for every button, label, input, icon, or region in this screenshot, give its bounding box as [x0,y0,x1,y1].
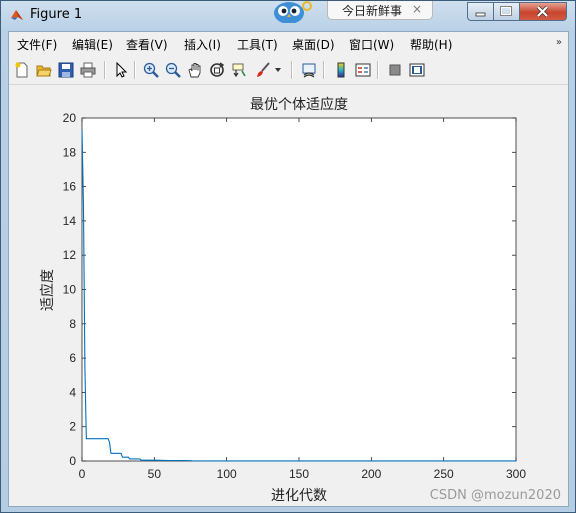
zoom-in-icon[interactable] [141,60,161,80]
print-icon[interactable] [78,60,98,80]
menu-file[interactable]: 文件(F) [17,36,57,53]
zoom-out-icon[interactable] [163,60,183,80]
data-cursor-icon[interactable] [229,60,249,80]
y-tick-label: 8 [69,317,76,331]
new-figure-icon[interactable] [12,60,32,80]
x-tick-label: 100 [217,467,237,481]
maximize-icon [500,6,512,16]
x-tick-label: 250 [434,467,454,481]
y-tick-label: 0 [69,454,76,468]
toolbar-separator [323,61,325,79]
menu-overflow-chevron-icon[interactable]: » [556,37,562,48]
x-axis-label: 进化代数 [271,488,327,504]
menu-help[interactable]: 帮助(H) [410,36,452,53]
y-tick-label: 20 [63,111,77,125]
watermark-text: CSDN @mozun2020 [429,488,561,503]
rotate-3d-icon[interactable] [207,60,227,80]
menu-window[interactable]: 窗口(W) [349,36,394,53]
figure-window: Figure 1 今日新鲜事 × 文件(F) 编辑(E) 查看(V) 插入(I)… [0,0,576,513]
minimize-icon [475,12,486,17]
brush-icon[interactable] [253,60,273,80]
notification-tab[interactable]: 今日新鲜事 × [327,1,433,20]
y-tick-label: 12 [63,248,77,262]
y-axis-label: 适应度 [39,269,56,311]
toolbar-separator [291,61,293,79]
title-bar[interactable]: Figure 1 今日新鲜事 × [1,1,575,31]
notification-text: 今日新鲜事 [342,4,403,18]
minimize-button[interactable] [467,2,494,21]
menu-bar: 文件(F) 编辑(E) 查看(V) 插入(I) 工具(T) 桌面(D) 窗口(W… [9,32,568,56]
y-tick-label: 14 [63,214,77,228]
close-icon [536,5,549,18]
x-tick-label: 50 [148,467,162,481]
figure-canvas: 最优个体适应度 0 2 4 6 8 10 12 14 16 18 20 0 50 100 150 200 25… [9,85,568,506]
owl-mascot-icon[interactable] [272,1,312,23]
plot-svg: 最优个体适应度 0 2 4 6 8 10 12 14 16 18 20 0 50 100 150 200 25… [39,96,526,504]
insert-legend-icon[interactable] [353,60,373,80]
maximize-button[interactable] [494,2,520,21]
toolbar-separator [377,61,379,79]
x-tick-label: 300 [506,467,526,481]
figure-toolbar [9,56,568,85]
link-plot-icon[interactable] [299,60,319,80]
hide-plot-tools-icon[interactable] [385,60,405,80]
y-tick-label: 6 [69,351,76,365]
open-file-icon[interactable] [34,60,54,80]
menu-insert[interactable]: 插入(I) [184,36,221,53]
toolbar-separator [104,61,106,79]
y-tick-label: 10 [63,283,77,297]
y-tick-label: 18 [63,145,77,159]
window-title: Figure 1 [30,7,83,22]
close-button[interactable] [520,2,567,21]
x-tick-label: 200 [361,467,381,481]
axes-box[interactable] [81,117,517,462]
y-tick-label: 16 [63,180,77,194]
insert-colorbar-icon[interactable] [331,60,351,80]
figure-client-area: 文件(F) 编辑(E) 查看(V) 插入(I) 工具(T) 桌面(D) 窗口(W… [8,31,569,507]
menu-view[interactable]: 查看(V) [126,36,168,53]
matlab-logo-icon [11,10,23,20]
save-icon[interactable] [56,60,76,80]
chart-title: 最优个体适应度 [250,96,348,113]
menu-edit[interactable]: 编辑(E) [72,36,113,53]
pointer-icon[interactable] [111,60,131,80]
notification-close-icon[interactable]: × [412,2,422,16]
y-tick-label: 4 [69,385,76,399]
x-tick-label: 0 [79,467,86,481]
show-plot-tools-icon[interactable] [407,60,427,80]
brush-dropdown-icon[interactable] [273,60,283,80]
pan-icon[interactable] [185,60,205,80]
x-tick-label: 150 [289,467,309,481]
y-tick-label: 2 [69,420,76,434]
menu-desktop[interactable]: 桌面(D) [292,36,335,53]
menu-tools[interactable]: 工具(T) [237,36,278,53]
toolbar-separator [134,61,136,79]
